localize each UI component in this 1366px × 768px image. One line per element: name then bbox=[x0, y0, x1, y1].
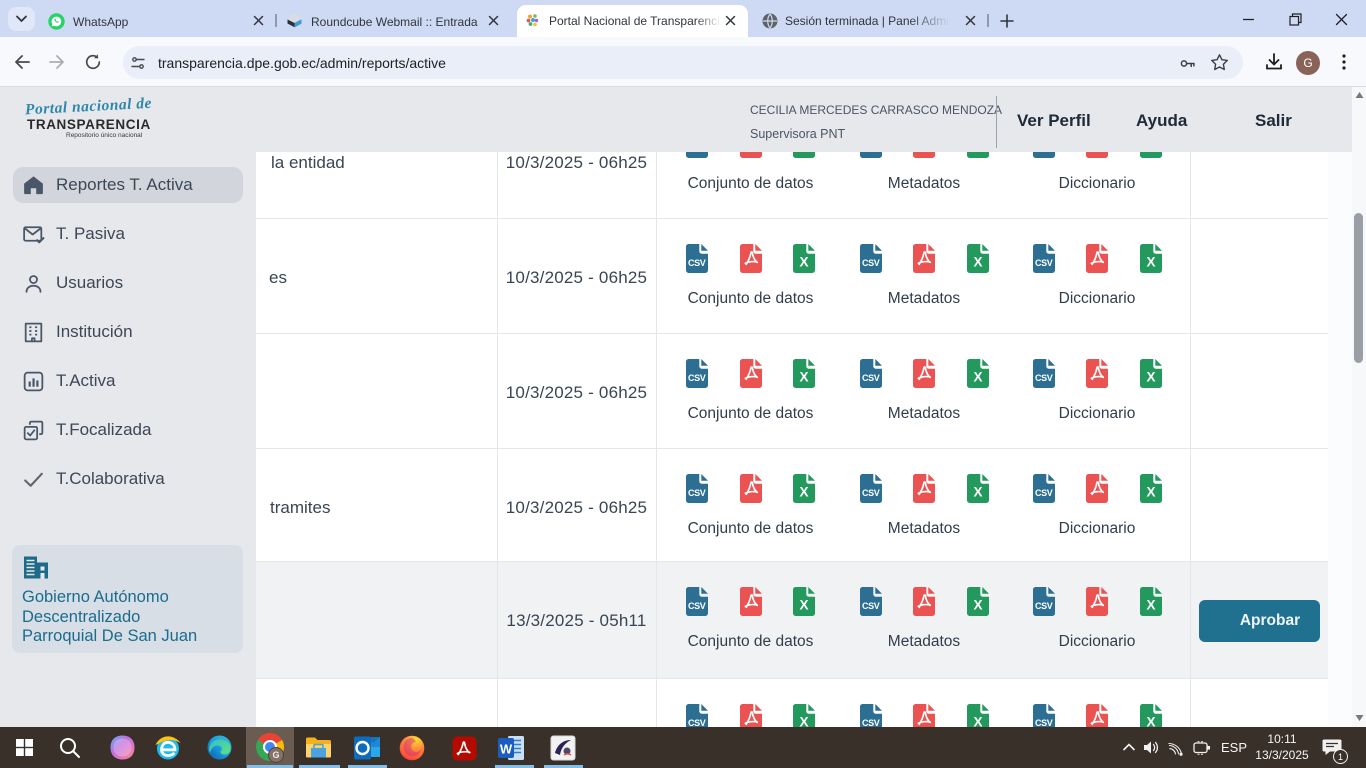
svg-text:W: W bbox=[500, 742, 513, 757]
